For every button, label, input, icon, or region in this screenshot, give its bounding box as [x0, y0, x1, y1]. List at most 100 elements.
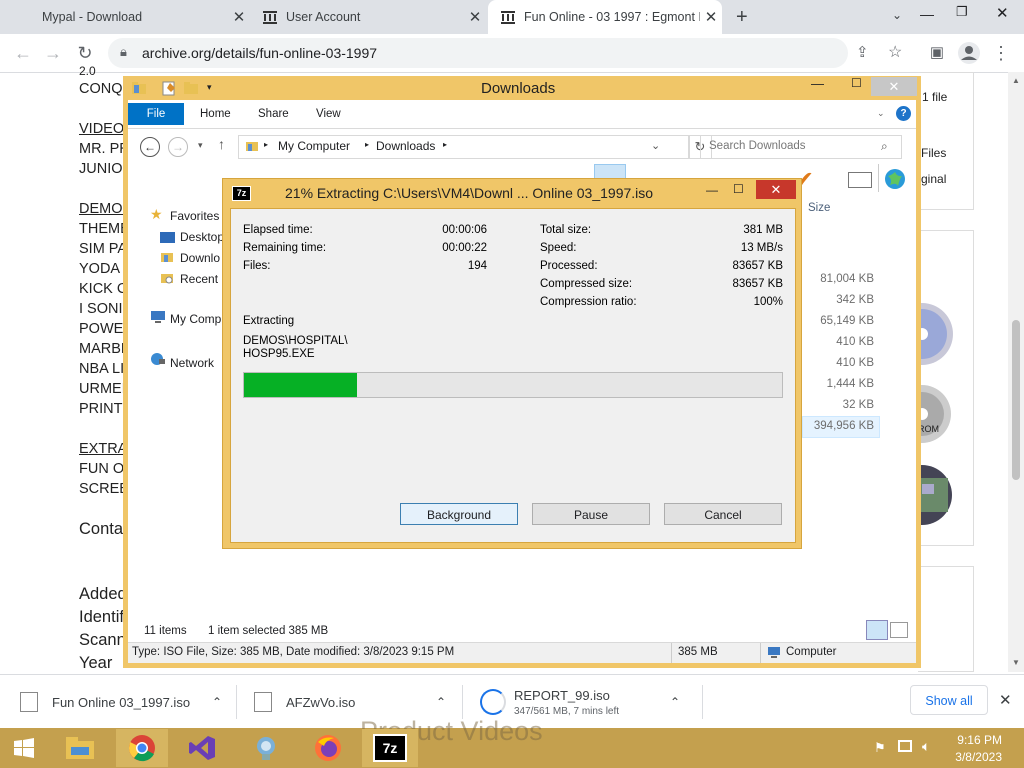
nav-downloads[interactable]: Downlo [180, 251, 220, 265]
chevron-right-icon: ▸ [365, 140, 370, 149]
menu-icon[interactable]: ⋮ [988, 40, 1014, 66]
cd-icon[interactable] [891, 302, 954, 369]
close-icon[interactable]: ✕ [464, 8, 486, 26]
network-icon [150, 352, 166, 369]
visual-studio-icon[interactable] [180, 730, 224, 766]
original-label[interactable]: ginal [921, 172, 946, 186]
rename-icon[interactable] [848, 172, 872, 188]
address-bar[interactable]: 🔒︎ archive.org/details/fun-online-03-199… [108, 38, 902, 68]
show-all-button[interactable]: Show all [910, 685, 988, 715]
search-placeholder: Search Downloads [709, 140, 806, 152]
maximize-icon[interactable]: ☐ [733, 182, 744, 196]
size-column-header[interactable]: Size [808, 202, 830, 214]
up-icon[interactable]: ↑ [218, 136, 225, 152]
close-icon[interactable]: ✕ [700, 8, 722, 26]
download-item[interactable]: Fun Online 03_1997.iso ⌃ [20, 675, 234, 729]
recent-dropdown-icon[interactable]: ▾ [198, 140, 203, 151]
start-button-windows-icon[interactable] [2, 730, 46, 766]
breadcrumb-my-computer[interactable]: My Computer [278, 139, 350, 153]
back-icon[interactable]: ← [10, 40, 36, 66]
profile-icon[interactable] [956, 40, 982, 66]
page-link[interactable]: EXTRA [79, 441, 127, 457]
sidepanel-icon[interactable]: ▣ [924, 40, 950, 66]
qat-dropdown-icon[interactable]: ▾ [207, 82, 212, 93]
background-button[interactable]: Background [400, 503, 518, 525]
close-button[interactable]: ✕ [871, 77, 917, 96]
ribbon-expand-icon[interactable]: ⌄ [877, 108, 885, 119]
scroll-up-icon[interactable]: ▲ [1012, 76, 1020, 85]
tab-file[interactable]: File [128, 103, 184, 125]
tab-fun-online[interactable]: Fun Online - 03 1997 : Egmont In ✕ [488, 0, 722, 34]
pause-button[interactable]: Pause [532, 503, 650, 525]
new-folder-icon[interactable] [183, 80, 199, 99]
flag-icon[interactable]: ⚑ [874, 740, 886, 756]
chevron-up-icon[interactable]: ⌃ [212, 695, 234, 709]
search-icon[interactable]: ⌕ [881, 139, 888, 154]
page-scrollbar[interactable]: ▲ ▼ [1008, 72, 1024, 672]
tab-view[interactable]: View [316, 108, 341, 120]
bookmark-star-icon[interactable]: ☆ [888, 42, 902, 62]
help-icon[interactable]: ? [896, 106, 911, 121]
info-panel [918, 566, 974, 672]
close-icon[interactable]: ✕ [228, 8, 250, 26]
minimize-icon[interactable]: — [811, 76, 824, 91]
close-icon[interactable]: ✕ [996, 4, 1009, 22]
page-link[interactable]: VIDEO [79, 121, 124, 137]
back-icon[interactable]: ← [140, 137, 160, 157]
clock-date[interactable]: 3/8/2023 [944, 750, 1002, 764]
files-label[interactable]: Files [921, 146, 946, 160]
chrome-icon[interactable] [116, 729, 168, 767]
chevron-up-icon[interactable]: ⌃ [436, 695, 458, 709]
compressed-size-value: 83657 KB [732, 278, 783, 290]
close-button[interactable]: ✕ [756, 180, 796, 199]
tab-mypal-download[interactable]: Mypal - Download ✕ [30, 0, 250, 34]
nav-my-computer[interactable]: My Comp [170, 312, 221, 326]
cdrom-icon[interactable]: ROM [893, 384, 954, 447]
app-icon[interactable] [244, 730, 288, 766]
large-icons-view-icon[interactable] [890, 622, 908, 638]
search-box[interactable]: Search Downloads ⌕ [700, 135, 902, 159]
nav-network[interactable]: Network [170, 356, 214, 370]
download-name: REPORT_99.iso [514, 687, 610, 703]
maximize-icon[interactable]: ☐ [851, 76, 862, 90]
breadcrumb-downloads[interactable]: Downloads [376, 139, 435, 153]
clock-time[interactable]: 9:16 PM [944, 733, 1002, 747]
forward-icon[interactable]: → [168, 137, 188, 157]
scroll-down-icon[interactable]: ▼ [1012, 658, 1020, 667]
address-box[interactable]: ▸ My Computer ▸ Downloads ▸ ⌄ [238, 135, 690, 159]
tab-share[interactable]: Share [258, 108, 289, 120]
nav-recent[interactable]: Recent p [180, 272, 228, 286]
volume-icon[interactable]: 🔈︎ [922, 738, 930, 755]
minimize-icon[interactable]: — [920, 6, 934, 22]
nav-favorites[interactable]: Favorites [170, 209, 219, 223]
reload-icon[interactable]: ↻ [72, 40, 98, 66]
details-view-icon[interactable] [866, 620, 888, 640]
cancel-button[interactable]: Cancel [664, 503, 782, 525]
tab-search-icon[interactable]: ⌄ [892, 8, 902, 22]
page-text: Scann [79, 631, 126, 649]
file-explorer-icon[interactable] [58, 730, 102, 766]
7zip-taskbar-icon[interactable]: 7z [362, 729, 418, 767]
chevron-down-icon[interactable]: ⌄ [651, 139, 660, 152]
tab-user-account[interactable]: User Account ✕ [250, 0, 486, 34]
ratio-value: 100% [753, 296, 783, 308]
close-icon[interactable]: ✕ [999, 691, 1012, 709]
tab-home[interactable]: Home [200, 108, 231, 120]
chevron-up-icon[interactable]: ⌃ [670, 695, 692, 709]
new-tab-button[interactable]: + [736, 6, 748, 29]
screenshot-thumbnail[interactable] [892, 464, 954, 529]
network-status-icon[interactable] [898, 740, 912, 752]
tab-title: Fun Online - 03 1997 : Egmont In [524, 10, 700, 24]
download-name: AFZwVo.iso [286, 694, 356, 710]
minimize-icon[interactable]: — [706, 183, 718, 197]
globe-icon[interactable] [884, 168, 906, 193]
tab-title: User Account [286, 10, 361, 24]
share-icon[interactable]: ⇪ [856, 43, 869, 61]
restore-icon[interactable]: ❐ [956, 4, 968, 20]
nav-desktop[interactable]: Desktop [180, 230, 224, 244]
firefox-icon[interactable] [306, 730, 350, 766]
folder-icon [245, 139, 259, 156]
scrollbar-thumb[interactable] [1012, 320, 1020, 480]
forward-icon[interactable]: → [40, 40, 66, 66]
properties-icon[interactable] [161, 80, 177, 99]
